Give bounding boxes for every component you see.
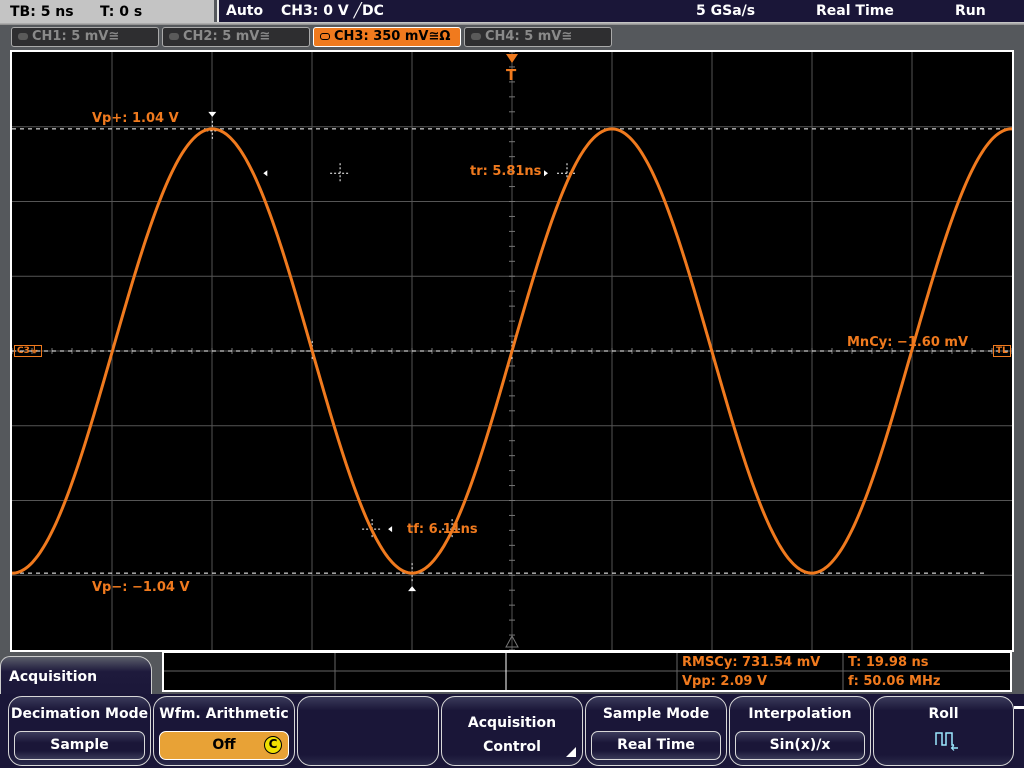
- channel-tab-ch4[interactable]: CH4: 5 mV≅: [464, 27, 612, 47]
- softkey-subtitle: Control: [483, 739, 541, 755]
- roll-icon: [935, 732, 958, 751]
- period-value: T: 19.98 ns: [848, 655, 929, 670]
- trigger-time-label: T: 0 s: [100, 4, 143, 20]
- waveform-canvas: [12, 52, 1012, 650]
- channel-tab-ch3[interactable]: CH3: 350 mV≅Ω: [313, 27, 461, 47]
- softkey-bar: Decimation Mode Sample Wfm. Arithmetic O…: [0, 694, 1024, 768]
- channel-indicator-icon: [169, 33, 179, 40]
- channel-tab-ch2[interactable]: CH2: 5 mV≅: [162, 27, 310, 47]
- rise-time-readout: tr: 5.81ns: [470, 164, 542, 179]
- ch3-ground-marker[interactable]: C3⏚: [14, 345, 42, 357]
- timebase-panel[interactable]: TB: 5 ns T: 0 s: [0, 0, 214, 24]
- peak-arrow-icon: [208, 111, 217, 117]
- channel-indicator-icon: [18, 33, 28, 40]
- softkey-title: Interpolation: [748, 706, 852, 722]
- channel-indicator-icon: [320, 33, 330, 40]
- softkey-wfm-arithmetic[interactable]: Wfm. Arithmetic Off C: [153, 696, 295, 766]
- channel-label: CH4: 5 mV≅: [485, 29, 573, 44]
- trigger-source-label: CH3: 0 V ╱DC: [281, 3, 384, 19]
- rms-cycle-value: RMSCy: 731.54 mV: [682, 655, 821, 670]
- fall-arrow-icon: [263, 170, 268, 177]
- trough-arrow-icon: [408, 586, 417, 592]
- run-state-label[interactable]: Run: [955, 3, 986, 19]
- trigger-arrow-icon: [506, 54, 518, 63]
- softkey-empty: [297, 696, 439, 766]
- sample-rate-label: 5 GSa/s: [696, 3, 756, 19]
- mean-cycle-readout: MnCy: −1.60 mV: [847, 335, 969, 350]
- submenu-corner-icon: [566, 747, 576, 757]
- rise-arrow-icon: [544, 170, 548, 177]
- softkey-decimation-mode[interactable]: Decimation Mode Sample: [8, 696, 151, 766]
- waveform-display[interactable]: Vp+: 1.04 V Vp−: −1.04 V tr: 5.81ns tf: …: [10, 50, 1014, 652]
- channel-label: CH3: 350 mV≅Ω: [334, 29, 451, 44]
- softkey-title: Roll: [928, 706, 959, 722]
- timebase-label: TB: 5 ns: [10, 4, 74, 20]
- decimation-mode-value[interactable]: Sample: [14, 731, 145, 760]
- trigger-status-bar[interactable]: Auto CH3: 0 V ╱DC 5 GSa/s Real Time Run: [217, 0, 1024, 22]
- interpolation-value[interactable]: Sin(x)/x: [735, 731, 865, 760]
- measurement-table: RMSCy: 731.54 mV T: 19.98 ns Vpp: 2.09 V…: [162, 651, 1012, 692]
- softkey-title: Wfm. Arithmetic: [159, 706, 289, 722]
- channel-label: CH2: 5 mV≅: [183, 29, 271, 44]
- softkey-interpolation[interactable]: Interpolation Sin(x)/x: [729, 696, 871, 766]
- frame-edge: [1014, 706, 1024, 709]
- softkey-sample-mode[interactable]: Sample Mode Real Time: [585, 696, 727, 766]
- channel-indicator-icon: [471, 33, 481, 40]
- channel-label: CH1: 5 mV≅: [32, 29, 120, 44]
- softkey-acquisition-control[interactable]: Acquisition Control: [441, 696, 583, 766]
- channel-tab-ch1[interactable]: CH1: 5 mV≅: [11, 27, 159, 47]
- acq-mode-label: Real Time: [816, 3, 894, 19]
- softkey-roll[interactable]: Roll: [873, 696, 1014, 766]
- trigger-mode-label: Auto: [226, 3, 264, 19]
- softkey-title: Acquisition: [467, 715, 557, 731]
- frequency-value: f: 50.06 MHz: [848, 674, 941, 689]
- wfm-arithmetic-value[interactable]: Off C: [159, 731, 289, 760]
- fall-arrow-icon: [388, 526, 393, 533]
- softkey-title: Sample Mode: [602, 706, 710, 722]
- vp-plus-readout: Vp+: 1.04 V: [92, 111, 179, 126]
- cycle-icon: C: [264, 736, 282, 754]
- wfm-arithmetic-label: Off: [212, 737, 236, 753]
- softkey-title: Decimation Mode: [10, 706, 149, 722]
- topbar-divider: [0, 22, 1024, 25]
- trigger-position-marker[interactable]: T: [506, 66, 516, 84]
- vpp-value: Vpp: 2.09 V: [682, 674, 768, 689]
- fall-time-readout: tf: 6.11ns: [407, 522, 478, 537]
- trigger-level-marker[interactable]: TL: [993, 345, 1011, 357]
- sample-mode-value[interactable]: Real Time: [591, 731, 721, 760]
- vp-minus-readout: Vp−: −1.04 V: [92, 580, 190, 595]
